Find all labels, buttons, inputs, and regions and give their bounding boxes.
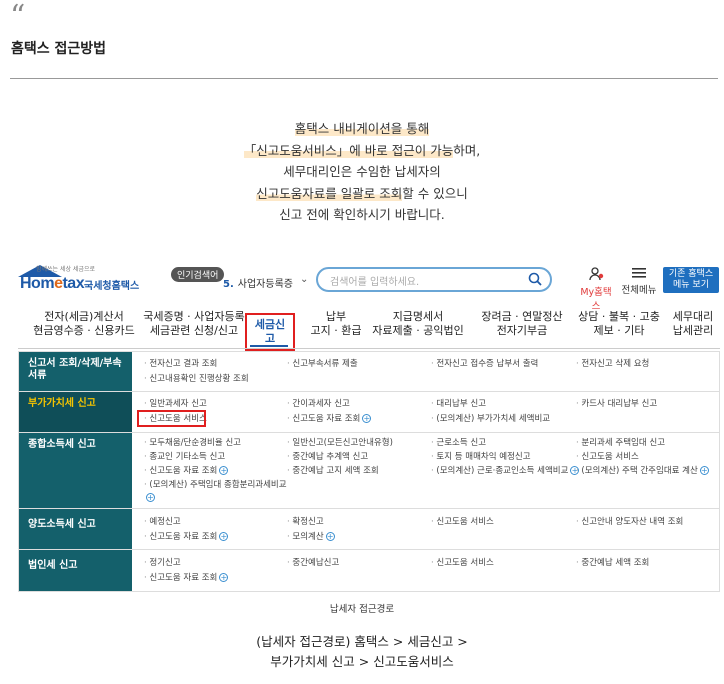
submenu-item[interactable]: 카드사 대리납부 신고 bbox=[576, 398, 657, 410]
nav-incentive[interactable]: 장려금 · 연말정산 전자기부금 bbox=[474, 310, 570, 338]
main-nav: 전자(세금)계산서 현금영수증 · 신용카드 국세증명 · 사업자등록 세금관련 신… bbox=[18, 310, 720, 351]
plus-icon[interactable]: + bbox=[146, 493, 155, 502]
submenu-item[interactable]: 확정신고 bbox=[287, 516, 323, 528]
intro-line-4-highlight: 신고도움자료를 일괄로 조회 bbox=[256, 185, 403, 201]
submenu-row-returns: 신고서 조회/삭제/부속서류 전자신고 결과 조회 신고내용확인 진행상황 조회… bbox=[19, 352, 719, 392]
search-icon[interactable] bbox=[528, 272, 542, 286]
submenu-item[interactable]: 신고도움 자료 조회+ bbox=[144, 572, 229, 584]
submenu-item[interactable]: 신고도움 서비스 bbox=[431, 557, 493, 569]
submenu-item[interactable]: (모의계산) 주택 간주임대료 계산+ bbox=[576, 465, 709, 477]
plus-icon[interactable]: + bbox=[699, 466, 709, 475]
plus-icon[interactable]: + bbox=[219, 466, 229, 475]
submenu-row-transfer: 양도소득세 신고 예정신고 신고도움 자료 조회+ 확정신고 모의계산+ 신고도… bbox=[19, 509, 719, 550]
submenu-item[interactable]: 중간예납 고지 세액 조회 bbox=[287, 465, 378, 477]
submenu-item[interactable]: 신고도움 자료 조회+ bbox=[287, 413, 372, 425]
submenu-item[interactable]: 분리과세 주택임대 신고 bbox=[576, 437, 665, 449]
search-input[interactable]: 검색어를 입력하세요. bbox=[316, 267, 552, 292]
submenu-head-corporate[interactable]: 법인세 신고 bbox=[19, 550, 132, 591]
submenu-head-vat[interactable]: 부가가치세 신고 bbox=[19, 392, 132, 432]
submenu-item-plus[interactable]: + bbox=[144, 492, 155, 504]
nav-einvoice[interactable]: 전자(세금)계산서 현금영수증 · 신용카드 bbox=[28, 310, 140, 338]
submenu-row-income: 종합소득세 신고 모두채움/단순경비율 신고 종교인 기타소득 신고 신고도움 … bbox=[19, 433, 719, 509]
submenu-item[interactable]: 모의계산+ bbox=[287, 531, 335, 543]
access-path: (납세자 접근경로) 홈택스 > 세금신고 > 부가가치세 신고 > 신고도움서… bbox=[0, 632, 724, 672]
submenu-item[interactable]: 신고도움 서비스 bbox=[576, 451, 638, 463]
submenu-row-corporate: 법인세 신고 정기신고 신고도움 자료 조회+ 중간예납신고 신고도움 서비스 … bbox=[19, 550, 719, 591]
submenu-item[interactable]: 근로소득 신고 bbox=[431, 437, 486, 449]
plus-icon[interactable]: + bbox=[325, 532, 335, 541]
plus-icon[interactable]: + bbox=[219, 573, 229, 582]
plus-icon[interactable]: + bbox=[362, 414, 372, 423]
submenu-item[interactable]: 신고부속서류 제출 bbox=[287, 358, 357, 370]
submenu-item[interactable]: 간이과세자 신고 bbox=[287, 398, 349, 410]
intro-text: 홈택스 내비게이션을 통해 「신고도움서비스」에 바로 접근이 가능하며, 세무… bbox=[0, 118, 724, 226]
intro-line-3: 세무대리인은 수임한 납세자의 bbox=[283, 164, 441, 179]
intro-line-2-highlight: 「신고도움서비스」에 바로 접근이 가능 bbox=[243, 142, 454, 158]
submenu-item[interactable]: 전자신고 삭제 요청 bbox=[576, 358, 649, 370]
divider bbox=[10, 78, 718, 79]
nav-payment-statement[interactable]: 지급명세서 자료제출 · 공익법인 bbox=[368, 310, 468, 338]
intro-line-5: 신고 전에 확인하시기 바랍니다. bbox=[279, 207, 445, 222]
section-heading: 홈택스 접근방법 bbox=[11, 41, 107, 57]
nav-divider bbox=[18, 348, 720, 349]
popular-search-item[interactable]: 5. 사업자등록증 bbox=[223, 275, 293, 290]
submenu-item[interactable]: 신고도움 자료 조회+ bbox=[144, 531, 229, 543]
submenu-item[interactable]: 일반과세자 신고 bbox=[144, 398, 206, 410]
submenu-item[interactable]: 중간예납 추계액 신고 bbox=[287, 451, 368, 463]
submenu-item[interactable]: 종교인 기타소득 신고 bbox=[144, 451, 225, 463]
intro-line-1: 홈택스 내비게이션을 통해 bbox=[294, 121, 430, 136]
logo-subtitle: 국세청홈택스 bbox=[84, 281, 140, 292]
submenu-item[interactable]: 전자신고 접수증 납부서 출력 bbox=[431, 358, 538, 370]
submenu-item[interactable]: 정기신고 bbox=[144, 557, 180, 569]
search-placeholder: 검색어를 입력하세요. bbox=[330, 277, 420, 288]
nav-certificate[interactable]: 국세증명 · 사업자등록 세금관련 신청/신고 bbox=[138, 310, 250, 338]
popular-search-badge: 인기검색어 bbox=[171, 267, 225, 282]
image-caption: 납세자 접근경로 bbox=[329, 604, 395, 615]
submenu-item[interactable]: 신고도움 서비스 bbox=[431, 516, 493, 528]
submenu-item[interactable]: 대리납부 신고 bbox=[431, 398, 486, 410]
submenu-item[interactable]: 전자신고 결과 조회 bbox=[144, 358, 217, 370]
submenu-item[interactable]: 토지 등 매매차익 예정신고 bbox=[431, 451, 530, 463]
intro-line-4-rest: 할 수 있으니 bbox=[402, 185, 468, 201]
tax-filing-submenu: 신고서 조회/삭제/부속서류 전자신고 결과 조회 신고내용확인 진행상황 조회… bbox=[18, 351, 720, 592]
logo-name: Hometax bbox=[20, 275, 85, 292]
nav-active-underline bbox=[250, 345, 288, 347]
hometax-screenshot: 함께쓰는 세상 세금으로 Hometax 국세청홈택스 인기검색어 5. 사업자등… bbox=[18, 262, 720, 592]
submenu-item[interactable]: 예정신고 bbox=[144, 516, 180, 528]
submenu-item[interactable]: 중간예납 세액 조회 bbox=[576, 557, 649, 569]
hamburger-icon bbox=[632, 268, 646, 278]
submenu-item[interactable]: (모의계산) 근로·종교인소득 세액비교+ bbox=[431, 465, 580, 477]
nav-tax-agent[interactable]: 세무대리 납세관리 bbox=[666, 310, 720, 338]
submenu-item[interactable]: 모두채움/단순경비율 신고 bbox=[144, 437, 241, 449]
submenu-item[interactable]: 신고안내 양도자산 내역 조회 bbox=[576, 516, 683, 528]
nav-consulting[interactable]: 상담 · 불복 · 고충 제보 · 기타 bbox=[574, 310, 664, 338]
submenu-item[interactable]: (모의계산) 부가가치세 세액비교 bbox=[431, 413, 550, 425]
access-path-line-1: (납세자 접근경로) 홈택스 > 세금신고 > bbox=[256, 634, 468, 649]
intro-line-2-rest: 하며, bbox=[453, 142, 481, 158]
submenu-head-transfer[interactable]: 양도소득세 신고 bbox=[19, 509, 132, 549]
submenu-head-income[interactable]: 종합소득세 신고 bbox=[19, 433, 132, 508]
old-hometax-menu-button[interactable]: 기존 홈택스 메뉴 보기 bbox=[663, 267, 719, 293]
mytax-button[interactable]: My홈택스 bbox=[578, 267, 614, 312]
submenu-row-vat: 부가가치세 신고 일반과세자 신고 신고도움 서비스 간이과세자 신고 신고도움… bbox=[19, 392, 719, 433]
submenu-item[interactable]: 신고내용확인 진행상황 조회 bbox=[144, 373, 248, 385]
nav-payment[interactable]: 납부 고지 · 환급 bbox=[306, 310, 366, 338]
submenu-item[interactable]: 일반신고(모든신고안내유형) bbox=[287, 437, 392, 449]
submenu-head-returns[interactable]: 신고서 조회/삭제/부속서류 bbox=[19, 352, 132, 391]
quote-mark: “ bbox=[10, 0, 26, 34]
submenu-item[interactable]: 중간예납신고 bbox=[287, 557, 339, 569]
user-icon bbox=[589, 267, 604, 281]
logo-tagline: 함께쓰는 세상 세금으로 bbox=[36, 266, 96, 273]
highlight-box bbox=[137, 410, 206, 427]
submenu-item[interactable]: (모의계산) 주택임대 종합분리과세비교 bbox=[144, 479, 286, 491]
plus-icon[interactable]: + bbox=[219, 532, 229, 541]
access-path-line-2: 부가가치세 신고 > 신고도움서비스 bbox=[270, 654, 454, 669]
all-menu-button[interactable]: 전체메뉴 bbox=[621, 267, 657, 296]
chevron-down-icon[interactable]: ⌄ bbox=[300, 274, 308, 285]
submenu-item[interactable]: 신고도움 자료 조회+ bbox=[144, 465, 229, 477]
